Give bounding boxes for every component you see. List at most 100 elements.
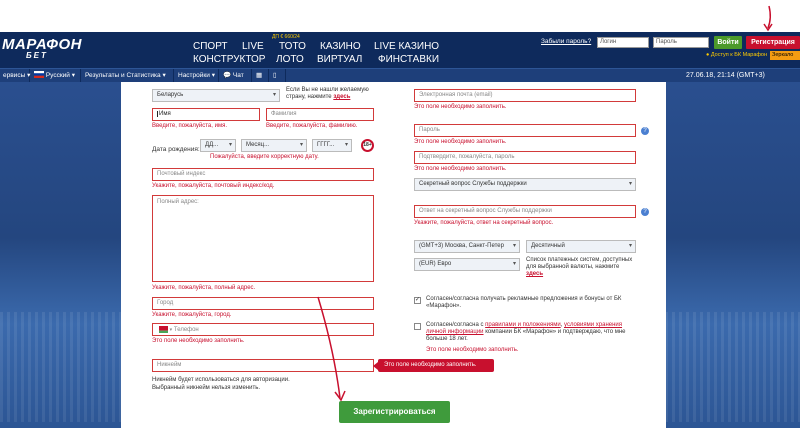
- phone-error: Это поле необходимо заполнить.: [152, 338, 245, 344]
- forgot-password-link[interactable]: Забыли пароль?: [541, 38, 591, 45]
- chevron-down-icon: ▾: [272, 92, 276, 98]
- consent-terms-prefix: Согласен/согласна с: [426, 322, 484, 328]
- chevron-down-icon: ▾: [344, 142, 348, 148]
- password-help-icon[interactable]: ?: [641, 127, 649, 135]
- consent-terms-error: Это поле необходимо заполнить.: [426, 347, 519, 353]
- country-note-text: Если Вы не нашли желаемую страну, нажмит…: [286, 87, 369, 100]
- access-bk-label: Доступ к БК Марафон: [710, 52, 768, 58]
- nav-toto[interactable]: ТОТО: [279, 41, 306, 52]
- dob-month-select[interactable]: Месяц... ▾: [241, 139, 307, 152]
- password-error: Это поле необходимо заполнить.: [414, 139, 507, 145]
- odds-format-value: Десятичный: [531, 243, 565, 249]
- register-button[interactable]: Регистрация: [746, 36, 800, 49]
- secret-answer-error: Укажите, пожалуйста, ответ на секретный …: [414, 220, 554, 226]
- timezone-value: (GMT+3) Москва, Санкт-Петер: [419, 243, 504, 249]
- mirror-chip[interactable]: Зеркало: [770, 51, 800, 60]
- city-input[interactable]: Город: [152, 297, 374, 310]
- consent-terms-comma: ,: [560, 322, 563, 328]
- phone-input[interactable]: ▾ Телефон: [152, 323, 374, 336]
- dob-day-value: ДД...: [205, 142, 219, 148]
- dob-year-select[interactable]: ГГГГ... ▾: [312, 139, 352, 152]
- chevron-down-icon: ▾: [299, 142, 303, 148]
- postal-code-input[interactable]: Почтовый индекс: [152, 168, 374, 181]
- email-error: Это поле необходимо заполнить.: [414, 104, 507, 110]
- russia-flag-icon: [34, 71, 44, 78]
- last-name-error: Введите, пожалуйста, фамилию.: [266, 123, 358, 129]
- email-input[interactable]: Электронная почта (email): [414, 89, 636, 102]
- dob-month-value: Месяц...: [246, 142, 270, 148]
- currency-note-link[interactable]: здесь: [526, 271, 543, 277]
- services-label: ервисы: [3, 72, 26, 79]
- country-note-link[interactable]: здесь: [333, 94, 350, 100]
- nav-loto[interactable]: ЛОТО: [276, 54, 304, 65]
- odds-format-select[interactable]: Десятичный ▾: [526, 240, 636, 253]
- login-input[interactable]: Логин: [597, 37, 649, 48]
- chevron-down-icon: ▾: [71, 72, 76, 79]
- top-white-strip: [0, 0, 800, 32]
- dob-day-select[interactable]: ДД... ▾: [200, 139, 236, 152]
- currency-select[interactable]: (EUR) Евро ▾: [414, 258, 520, 271]
- datetime: 27.06.18, 21:14 (GMT+3): [686, 72, 765, 79]
- consent-ads-checkbox[interactable]: ✓: [414, 297, 421, 304]
- toolbar-services[interactable]: ервисы ▾: [0, 69, 30, 83]
- nav-sport[interactable]: СПОРТ: [193, 41, 228, 52]
- currency-note: Список платежных систем, доступных для в…: [526, 257, 636, 278]
- chat-label: Чат: [232, 72, 244, 79]
- nav-constructor[interactable]: КОНСТРУКТОР: [193, 54, 265, 65]
- nav-casino[interactable]: КАЗИНО: [320, 41, 361, 52]
- chevron-down-icon: ▾: [211, 72, 215, 79]
- secret-question-select[interactable]: Секретный вопрос Службы поддержки ▾: [414, 178, 636, 191]
- last-name-input[interactable]: Фамилия: [266, 108, 374, 121]
- nav-live[interactable]: LIVE: [242, 41, 264, 52]
- toolbar-settings[interactable]: Настройки ▾: [175, 69, 219, 83]
- dob-error: Пожалуйста, введите корректную дату.: [210, 154, 319, 160]
- site-header: МАРАФОН БЕТ ДП € 660/24 СПОРТ LIVE ТОТО …: [0, 32, 800, 68]
- consent-ads-text: Согласен/согласна получать рекламные пре…: [426, 296, 622, 309]
- age-18-badge: 18+: [361, 139, 374, 152]
- chevron-down-icon: ▾: [512, 243, 516, 249]
- nav-virtual[interactable]: ВИРТУАЛ: [317, 54, 362, 65]
- first-name-placeholder: Имя: [157, 111, 171, 117]
- address-error: Укажите, пожалуйста, полный адрес.: [152, 285, 256, 291]
- secret-answer-input[interactable]: Ответ на секретный вопрос Службы поддерж…: [414, 205, 636, 218]
- first-name-error: Введите, пожалуйста, имя.: [152, 123, 227, 129]
- chevron-down-icon: ▾: [228, 142, 232, 148]
- toolbar-chat[interactable]: 💬 Чат: [220, 69, 252, 83]
- secret-question-value: Секретный вопрос Службы поддержки: [419, 181, 527, 187]
- first-name-input[interactable]: Имя: [152, 108, 260, 121]
- currency-note-text: Список платежных систем, доступных для в…: [526, 257, 633, 270]
- address-textarea[interactable]: Полный адрес:: [152, 195, 374, 282]
- language-label: Русский: [45, 72, 70, 79]
- marathon-logo[interactable]: МАРАФОН БЕТ: [2, 36, 82, 60]
- submit-registration-button[interactable]: Зарегистрироваться: [339, 401, 450, 423]
- nickname-input[interactable]: Никнейм: [152, 359, 374, 372]
- password-field[interactable]: Пароль: [414, 124, 636, 137]
- timezone-select[interactable]: (GMT+3) Москва, Санкт-Петер ▾: [414, 240, 520, 253]
- terms-link[interactable]: правилами и положениями: [485, 322, 561, 328]
- nickname-note-1: Никнейм будет использоваться для авториз…: [152, 377, 290, 383]
- dob-label: Дата рождения:: [152, 146, 200, 153]
- country-select[interactable]: Беларусь ▾: [152, 89, 280, 102]
- password-confirm-field[interactable]: Подтвердите, пожалуйста, пароль: [414, 151, 636, 164]
- access-bk-link[interactable]: ● Доступ к БК Марафон: [706, 52, 767, 58]
- grid-view-icon[interactable]: ▦: [253, 69, 269, 83]
- secret-answer-help-icon[interactable]: ?: [641, 208, 649, 216]
- dob-year-value: ГГГГ...: [317, 142, 335, 148]
- chevron-down-icon: ▾: [27, 72, 31, 79]
- nickname-note-2: Выбранный никнейм нельзя изменить.: [152, 385, 260, 391]
- consent-terms-checkbox[interactable]: [414, 323, 421, 330]
- chevron-down-icon: ▾: [628, 181, 632, 187]
- password-input[interactable]: Пароль: [653, 37, 709, 48]
- city-error: Укажите, пожалуйста, город.: [152, 312, 232, 318]
- belarus-flag-icon: [157, 326, 168, 333]
- toolbar-results[interactable]: Результаты и Статистика ▾: [82, 69, 174, 83]
- nav-finstavki[interactable]: ФИНСТАВКИ: [378, 54, 439, 65]
- mobile-icon[interactable]: ▯: [270, 69, 286, 83]
- chevron-down-icon: ▾: [169, 327, 173, 333]
- toolbar: ервисы ▾ Русский ▾ Результаты и Статисти…: [0, 68, 800, 83]
- nav-live-casino[interactable]: LIVE КАЗИНО: [374, 41, 439, 52]
- country-value: Беларусь: [157, 92, 184, 98]
- toolbar-language[interactable]: Русский ▾: [31, 69, 81, 83]
- login-button[interactable]: Войти: [714, 36, 742, 49]
- nickname-error-tooltip: Это поле необходимо заполнить.: [373, 359, 494, 372]
